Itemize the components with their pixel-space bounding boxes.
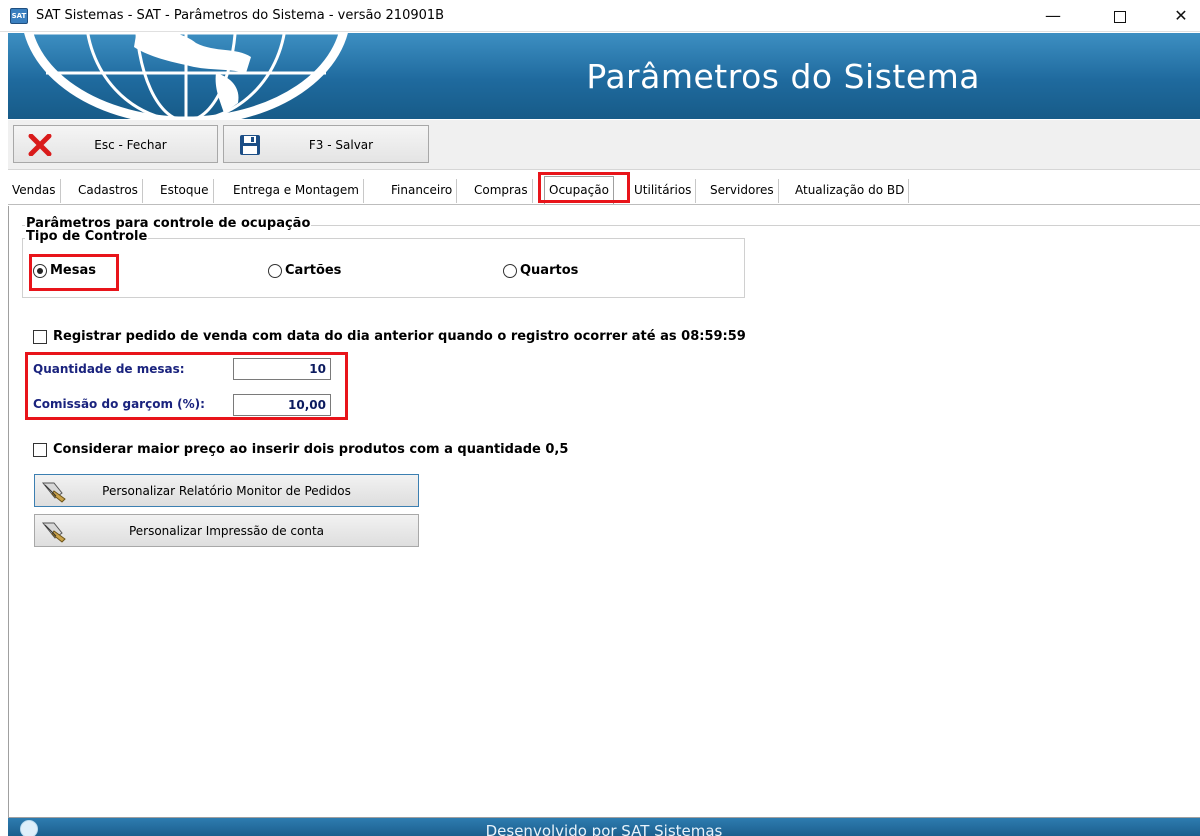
close-window-button[interactable]: ✕ [1158,0,1200,32]
page-title: Parâmetros do Sistema [586,57,980,96]
personalizar-relatorio-label: Personalizar Relatório Monitor de Pedido… [102,484,351,498]
checkbox-icon [33,442,47,457]
minimize-button[interactable]: — [1030,0,1076,32]
personalizar-impressao-label: Personalizar Impressão de conta [128,524,325,538]
personalizar-relatorio-button[interactable]: Personalizar Relatório Monitor de Pedido… [34,474,419,507]
toolbar: Esc - Fechar F3 - Salvar [8,120,1200,170]
personalizar-impressao-button[interactable]: Personalizar Impressão de conta [34,514,419,547]
tab-cadastros[interactable]: Cadastros [74,179,143,203]
app-window: SAT SAT Sistemas - SAT - Parâmetros do S… [0,0,1200,836]
maximize-button[interactable] [1097,0,1143,32]
control-type-title: Tipo de Controle [25,229,149,244]
radio-cartoes-label: Cartões [285,263,342,278]
maximize-icon [1114,10,1126,23]
tab-compras[interactable]: Compras [470,179,533,203]
radio-cartoes[interactable]: Cartões [268,263,341,278]
footer-text: Desenvolvido por SAT Sistemas [485,822,723,836]
footer-bar: Desenvolvido por SAT Sistemas [8,818,1200,836]
tab-atualizacao-bd[interactable]: Atualização do BD [791,179,910,203]
save-button-label: F3 - Salvar [308,138,374,152]
app-icon: SAT [10,8,28,24]
tab-vendas[interactable]: Vendas [8,179,61,203]
checkbox-considerar-maior-preco[interactable]: Considerar maior preço ao inserir dois p… [33,442,568,457]
close-button[interactable]: Esc - Fechar [13,125,218,163]
radio-empty-icon [268,263,282,278]
checkbox-registrar-pedido[interactable]: Registrar pedido de venda com data do di… [33,329,746,344]
globe-icon [24,33,348,119]
window-title: SAT Sistemas - SAT - Parâmetros do Siste… [36,8,445,23]
tab-utilitarios[interactable]: Utilitários [630,179,697,203]
close-button-label: Esc - Fechar [94,138,167,152]
highlight-box-mesas [29,254,119,291]
tab-ocupacao[interactable]: Ocupação [544,176,614,204]
highlight-box-fields [25,352,348,420]
tab-bar: Vendas Cadastros Estoque Entrega e Monta… [8,175,1200,205]
save-button[interactable]: F3 - Salvar [223,125,429,163]
tab-entrega-montagem[interactable]: Entrega e Montagem [229,179,364,203]
checkbox-considerar-label: Considerar maior preço ao inserir dois p… [53,442,569,457]
checkbox-icon [33,329,47,344]
tab-estoque[interactable]: Estoque [156,179,214,203]
checkbox-registrar-label: Registrar pedido de venda com data do di… [53,329,746,344]
radio-quartos[interactable]: Quartos [503,263,578,278]
title-bar: SAT SAT Sistemas - SAT - Parâmetros do S… [0,0,1200,32]
tab-servidores[interactable]: Servidores [706,179,779,203]
radio-quartos-label: Quartos [520,263,579,278]
control-type-groupbox [22,238,745,298]
tab-financeiro[interactable]: Financeiro [387,179,458,203]
header-banner: Parâmetros do Sistema [8,33,1200,119]
radio-empty-icon [503,263,517,278]
